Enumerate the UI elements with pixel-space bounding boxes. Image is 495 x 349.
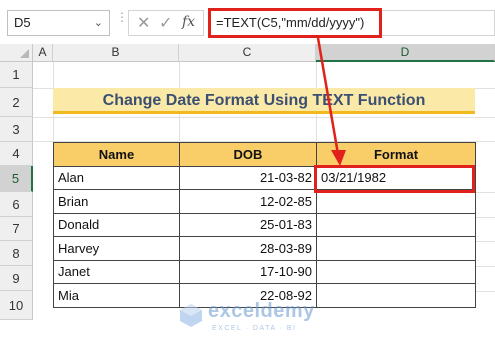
formula-highlight-box [208,8,382,38]
row-header-9[interactable]: 9 [0,266,33,291]
gridline [475,266,495,267]
formula-bar-drag-handle-icon[interactable]: ⋮ [116,11,128,32]
name-cell[interactable]: Harvey [53,236,180,261]
format-cell[interactable] [316,236,476,261]
format-cell[interactable] [316,212,476,237]
name-cell[interactable]: Brian [53,189,180,214]
gridline [475,217,495,218]
name-box-value: D5 [14,15,31,30]
watermark-brand: exceldemy [208,300,315,322]
table-row: Brian 12-02-85 [53,189,476,214]
header-dob-cell[interactable]: DOB [179,142,317,167]
exceldemy-logo-icon [180,304,202,327]
header-format-cell[interactable]: Format [316,142,476,167]
row-header-8[interactable]: 8 [0,241,33,266]
table-row: Donald 25-01-83 [53,212,476,237]
dob-cell[interactable]: 21-03-82 [179,165,317,190]
column-header-b[interactable]: B [53,44,179,62]
row-header-6[interactable]: 6 [0,192,33,217]
row-header-3[interactable]: 3 [0,117,33,142]
column-header-a[interactable]: A [33,44,53,62]
name-cell[interactable]: Mia [53,283,180,308]
row-header-7[interactable]: 7 [0,217,33,241]
table-row: Janet 17-10-90 [53,259,476,284]
gridline [475,192,495,193]
exceldemy-watermark: exceldemy EXCEL · DATA · BI [178,298,328,338]
column-header-d[interactable]: D [316,44,495,62]
watermark-tagline: EXCEL · DATA · BI [212,325,297,332]
insert-function-icon[interactable]: fx [182,14,195,30]
format-cell[interactable] [316,259,476,284]
dob-cell[interactable]: 17-10-90 [179,259,317,284]
result-cell-highlight-box [314,165,475,193]
dob-cell[interactable]: 28-03-89 [179,236,317,261]
row-header-1[interactable]: 1 [0,62,33,88]
enter-icon[interactable]: ✓ [159,13,172,33]
table-row: Harvey 28-03-89 [53,236,476,261]
table-header-row: Name DOB Format [53,142,476,167]
dob-cell[interactable]: 25-01-83 [179,212,317,237]
gridline [475,291,495,292]
name-box[interactable]: D5 ⌄ [7,10,110,36]
dob-cell[interactable]: 12-02-85 [179,189,317,214]
column-header-c[interactable]: C [179,44,316,62]
select-all-corner[interactable] [0,44,33,62]
name-cell[interactable]: Donald [53,212,180,237]
gridline [475,241,495,242]
gridline [33,117,495,118]
sheet-title[interactable]: Change Date Format Using TEXT Function [53,88,475,114]
format-cell[interactable] [316,189,476,214]
formula-buttons: ✕ ✓ fx [128,10,204,36]
name-cell[interactable]: Janet [53,259,180,284]
header-name-cell[interactable]: Name [53,142,180,167]
chevron-down-icon[interactable]: ⌄ [94,11,103,35]
format-cell[interactable] [316,283,476,308]
row-header-5[interactable]: 5 [0,166,33,192]
formula-bar: D5 ⌄ ⋮ ✕ ✓ fx =TEXT(C5,"mm/dd/yyyy") [0,0,495,44]
name-cell[interactable]: Alan [53,165,180,190]
row-header-10[interactable]: 10 [0,291,33,320]
row-header-4[interactable]: 4 [0,142,33,166]
row-header-2[interactable]: 2 [0,88,33,117]
cancel-icon[interactable]: ✕ [137,13,150,33]
